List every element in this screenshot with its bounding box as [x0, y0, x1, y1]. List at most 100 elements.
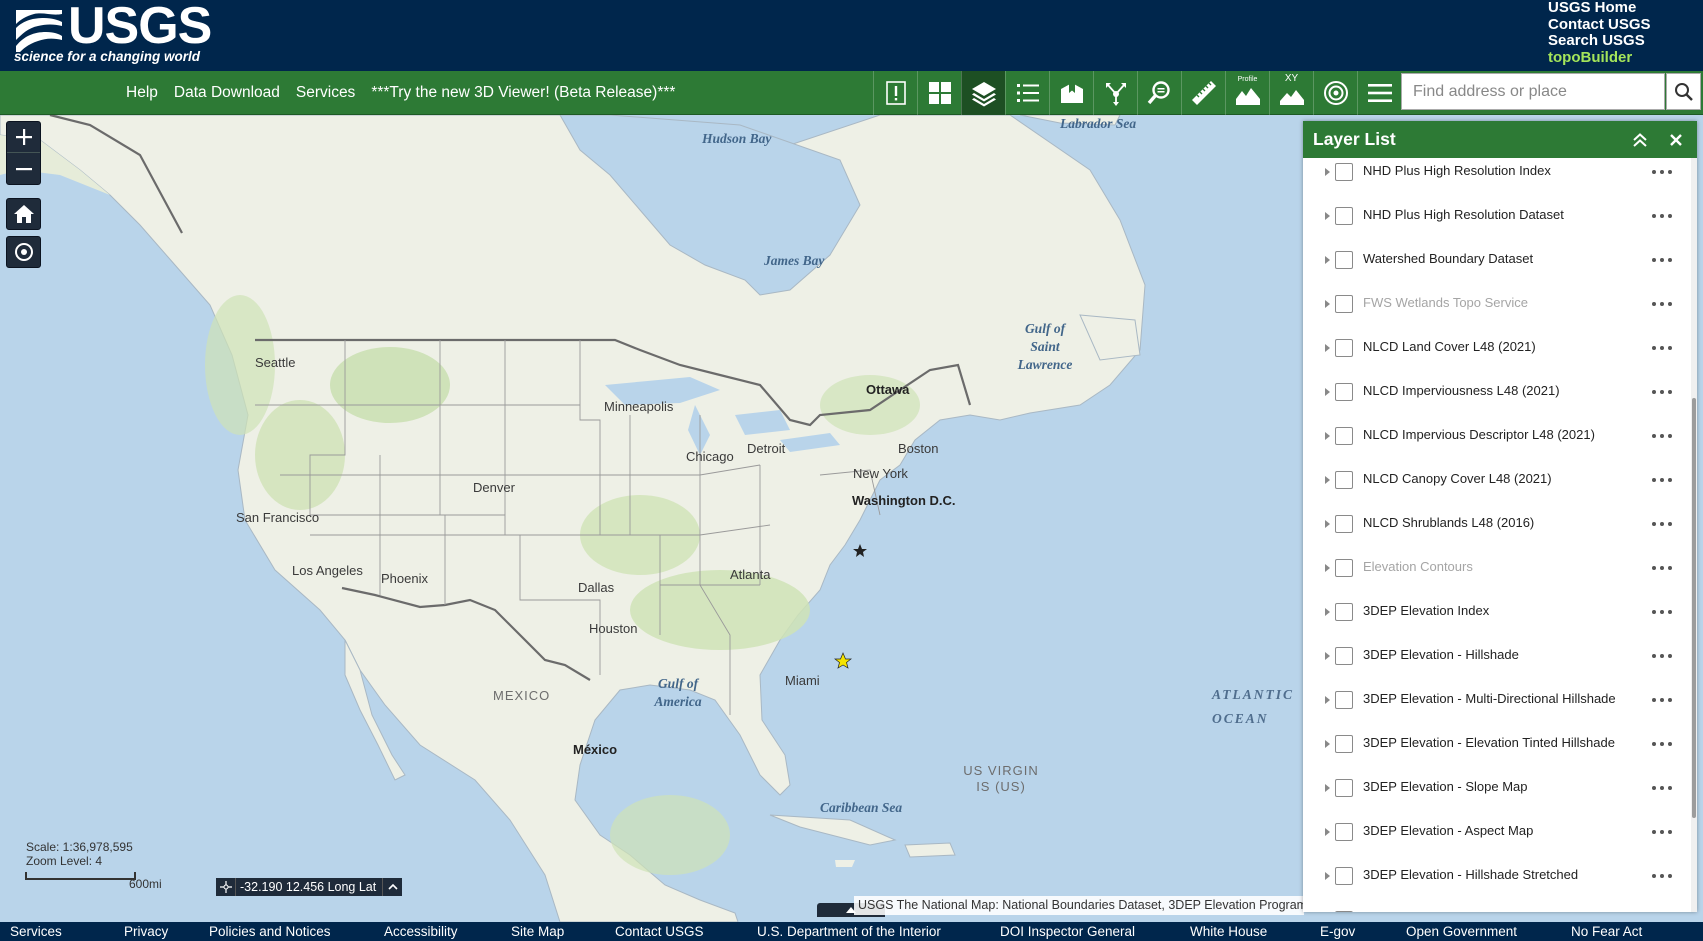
expand-caret-icon[interactable] [1325, 564, 1330, 572]
close-panel-button[interactable] [1665, 129, 1687, 151]
layer-options-button[interactable] [1650, 910, 1674, 912]
layer-options-button[interactable] [1650, 426, 1674, 444]
layer-options-button[interactable] [1650, 602, 1674, 620]
layer-options-button[interactable] [1650, 778, 1674, 796]
layer-row[interactable]: 3DEP Elevation - Hillshade [1303, 636, 1687, 680]
expand-caret-icon[interactable] [1325, 520, 1330, 528]
footer-open-government[interactable]: Open Government [1406, 924, 1517, 939]
layer-visibility-checkbox[interactable] [1335, 779, 1353, 797]
layer-options-button[interactable] [1650, 514, 1674, 532]
footer-contact-usgs[interactable]: Contact USGS [615, 924, 704, 939]
layer-list-tool[interactable] [961, 71, 1005, 115]
footer-white-house[interactable]: White House [1190, 924, 1267, 939]
share-tool[interactable] [1093, 71, 1137, 115]
layer-row[interactable]: 3DEP Elevation - Auto Contours [1303, 900, 1687, 912]
expand-caret-icon[interactable] [1325, 256, 1330, 264]
zoom-out-button[interactable] [7, 153, 40, 184]
expand-caret-icon[interactable] [1325, 872, 1330, 880]
bookmark-tool[interactable] [1049, 71, 1093, 115]
layer-row[interactable]: NHD Plus High Resolution Index [1303, 158, 1687, 196]
alert-tool[interactable] [873, 71, 917, 115]
footer-policies[interactable]: Policies and Notices [209, 924, 331, 939]
layer-visibility-checkbox[interactable] [1335, 471, 1353, 489]
coordinate-expand-button[interactable] [382, 878, 402, 896]
layer-visibility-checkbox[interactable] [1335, 559, 1353, 577]
locate-tool[interactable] [1313, 71, 1357, 115]
layer-row[interactable]: Watershed Boundary Dataset [1303, 240, 1687, 284]
layer-options-button[interactable] [1650, 690, 1674, 708]
basemap-gallery-tool[interactable] [917, 71, 961, 115]
layer-visibility-checkbox[interactable] [1335, 515, 1353, 533]
search-input[interactable] [1401, 73, 1665, 110]
layer-options-button[interactable] [1650, 338, 1674, 356]
layer-row[interactable]: FWS Wetlands Topo Service [1303, 284, 1687, 328]
expand-caret-icon[interactable] [1325, 740, 1330, 748]
layer-row[interactable]: NLCD Canopy Cover L48 (2021) [1303, 460, 1687, 504]
layer-visibility-checkbox[interactable] [1335, 427, 1353, 445]
expand-caret-icon[interactable] [1325, 212, 1330, 220]
layer-options-button[interactable] [1650, 734, 1674, 752]
measure-tool[interactable] [1181, 71, 1225, 115]
expand-caret-icon[interactable] [1325, 344, 1330, 352]
layer-row[interactable]: 3DEP Elevation Index [1303, 592, 1687, 636]
layer-visibility-checkbox[interactable] [1335, 691, 1353, 709]
zoom-in-button[interactable] [7, 122, 40, 154]
layer-options-button[interactable] [1650, 822, 1674, 840]
layer-options-button[interactable] [1650, 866, 1674, 884]
footer-services[interactable]: Services [10, 924, 62, 939]
legend-tool[interactable] [1005, 71, 1049, 115]
nav-data-download[interactable]: Data Download [174, 84, 280, 102]
collapse-panel-button[interactable] [1629, 129, 1651, 151]
layer-row[interactable]: 3DEP Elevation - Slope Map [1303, 768, 1687, 812]
expand-caret-icon[interactable] [1325, 432, 1330, 440]
layer-row[interactable]: 3DEP Elevation - Hillshade Stretched [1303, 856, 1687, 900]
layer-options-button[interactable] [1650, 250, 1674, 268]
contact-usgs-link[interactable]: Contact USGS [1548, 16, 1698, 34]
layer-visibility-checkbox[interactable] [1335, 867, 1353, 885]
footer-doi[interactable]: U.S. Department of the Interior [757, 924, 941, 939]
expand-caret-icon[interactable] [1325, 476, 1330, 484]
usgs-home-link[interactable]: USGS Home [1548, 0, 1698, 17]
coordinate-pick-button[interactable] [216, 878, 236, 896]
profile-tool[interactable]: Profile [1225, 71, 1269, 115]
layer-visibility-checkbox[interactable] [1335, 339, 1353, 357]
layer-visibility-checkbox[interactable] [1335, 735, 1353, 753]
expand-caret-icon[interactable] [1325, 828, 1330, 836]
expand-caret-icon[interactable] [1325, 784, 1330, 792]
layer-visibility-checkbox[interactable] [1335, 647, 1353, 665]
footer-accessibility[interactable]: Accessibility [384, 924, 458, 939]
expand-caret-icon[interactable] [1325, 300, 1330, 308]
layer-options-button[interactable] [1650, 162, 1674, 180]
footer-inspector-general[interactable]: DOI Inspector General [1000, 924, 1135, 939]
layer-visibility-checkbox[interactable] [1335, 823, 1353, 841]
expand-caret-icon[interactable] [1325, 696, 1330, 704]
layer-visibility-checkbox[interactable] [1335, 603, 1353, 621]
xy-tool[interactable]: XY [1269, 71, 1313, 115]
search-button[interactable] [1666, 73, 1701, 110]
layer-visibility-checkbox[interactable] [1335, 251, 1353, 269]
nav-services[interactable]: Services [296, 84, 355, 102]
expand-caret-icon[interactable] [1325, 388, 1330, 396]
layer-options-button[interactable] [1650, 382, 1674, 400]
footer-site-map[interactable]: Site Map [511, 924, 564, 939]
nav-3d-viewer[interactable]: ***Try the new 3D Viewer! (Beta Release)… [371, 84, 675, 102]
footer-egov[interactable]: E-gov [1320, 924, 1355, 939]
expand-caret-icon[interactable] [1325, 608, 1330, 616]
layer-row[interactable]: 3DEP Elevation - Elevation Tinted Hillsh… [1303, 724, 1687, 768]
footer-no-fear-act[interactable]: No Fear Act [1571, 924, 1642, 939]
layer-row[interactable]: Elevation Contours [1303, 548, 1687, 592]
topobuilder-link[interactable]: topoBuilder [1548, 49, 1698, 67]
expand-caret-icon[interactable] [1325, 652, 1330, 660]
layer-visibility-checkbox[interactable] [1335, 295, 1353, 313]
layer-options-button[interactable] [1650, 470, 1674, 488]
layer-list-scrollbar[interactable] [1691, 158, 1697, 912]
layer-visibility-checkbox[interactable] [1335, 383, 1353, 401]
layer-options-button[interactable] [1650, 558, 1674, 576]
footer-privacy[interactable]: Privacy [124, 924, 168, 939]
layer-visibility-checkbox[interactable] [1335, 911, 1353, 912]
layer-row[interactable]: 3DEP Elevation - Aspect Map [1303, 812, 1687, 856]
layer-row[interactable]: NLCD Impervious Descriptor L48 (2021) [1303, 416, 1687, 460]
home-button[interactable] [6, 198, 41, 230]
locate-button[interactable] [6, 236, 41, 268]
expand-caret-icon[interactable] [1325, 168, 1330, 176]
